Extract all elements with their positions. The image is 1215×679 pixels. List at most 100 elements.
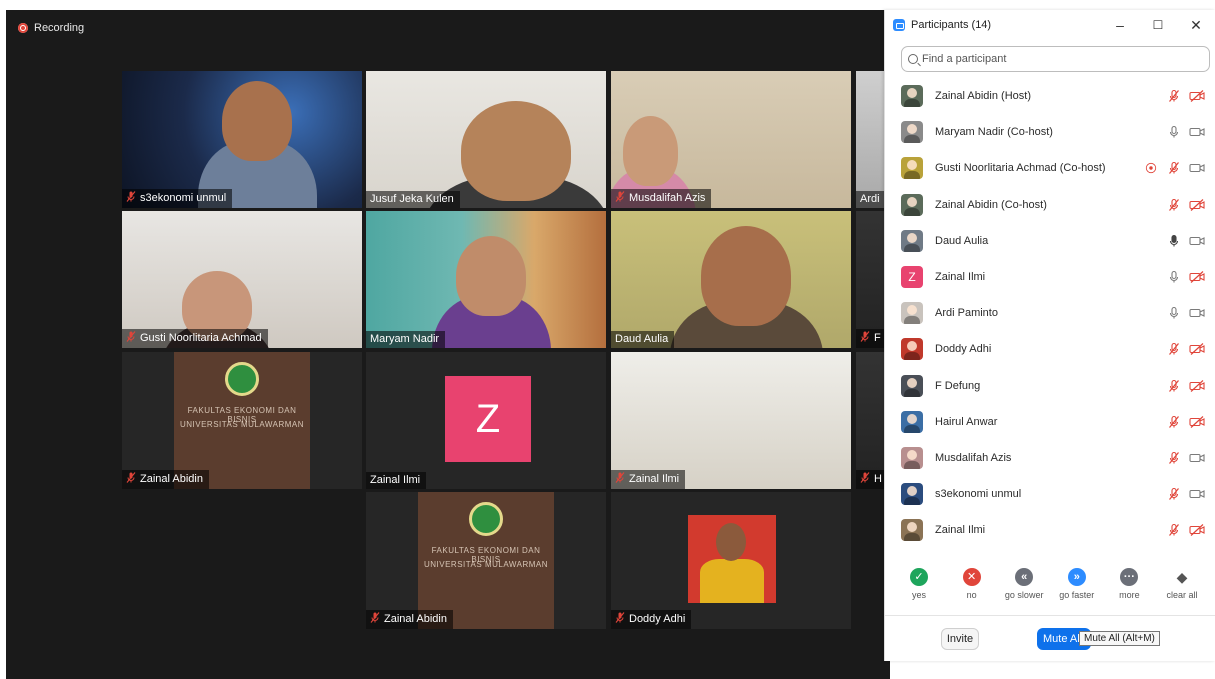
participant-row[interactable]: Zainal Ilmi <box>885 512 1215 548</box>
mic-muted-icon[interactable] <box>1167 161 1181 175</box>
mic-icon[interactable] <box>1167 234 1181 248</box>
initial-avatar: Z <box>445 376 531 462</box>
mic-muted-icon <box>615 472 625 486</box>
video-tile[interactable]: s3ekonomi unmul <box>122 71 362 208</box>
participant-body <box>700 559 764 603</box>
video-icon[interactable] <box>1189 161 1205 175</box>
video-icon[interactable] <box>1189 451 1205 465</box>
mic-icon[interactable] <box>1167 306 1181 320</box>
video-off-icon[interactable] <box>1189 270 1205 284</box>
feedback-clear-all-icon: ◆ <box>1176 569 1188 585</box>
video-icon[interactable] <box>1189 234 1205 248</box>
feedback-yes-icon: ✓ <box>910 568 928 586</box>
mic-muted-icon[interactable] <box>1167 415 1181 429</box>
tile-name: H <box>874 473 882 485</box>
participant-row[interactable]: Maryam Nadir (Co-host) <box>885 114 1215 150</box>
wall-sign-text: UNIVERSITAS MULAWARMAN <box>179 420 305 429</box>
participant-row[interactable]: Z Zainal Ilmi <box>885 259 1215 295</box>
feedback-clear-all-button[interactable]: ◆ clear all <box>1156 568 1208 600</box>
mic-muted-icon <box>615 612 625 626</box>
participant-name: Gusti Noorlitaria Achmad (Co-host) <box>935 162 1106 175</box>
avatar <box>901 483 923 506</box>
feedback-more-button[interactable]: ··· more <box>1103 568 1155 600</box>
participant-row[interactable]: Zainal Abidin (Co-host) <box>885 187 1215 223</box>
participant-row[interactable]: Zainal Abidin (Host) <box>885 78 1215 114</box>
minimize-button[interactable]: – <box>1111 16 1129 34</box>
participant-status-icons <box>1167 270 1205 284</box>
video-off-icon[interactable] <box>1189 379 1205 393</box>
close-button[interactable]: ✕ <box>1187 16 1205 34</box>
participant-name: Zainal Abidin (Co-host) <box>935 198 1047 211</box>
feedback-go-slower-icon: « <box>1015 568 1034 586</box>
video-tile[interactable]: Zainal Ilmi <box>611 352 851 489</box>
mic-muted-icon[interactable] <box>1167 198 1181 212</box>
video-icon[interactable] <box>1189 487 1205 501</box>
tile-nameplate: Jusuf Jeka Kulen <box>366 191 460 208</box>
avatar <box>901 410 923 433</box>
participant-row[interactable]: Doddy Adhi <box>885 331 1215 367</box>
tile-nameplate: F <box>856 329 887 348</box>
participant-row[interactable]: F Defung <box>885 368 1215 404</box>
video-icon[interactable] <box>1189 125 1205 139</box>
participant-status-icons <box>1167 451 1205 465</box>
feedback-label: yes <box>911 590 926 600</box>
participant-search[interactable] <box>901 46 1210 72</box>
video-off-icon[interactable] <box>1189 89 1205 103</box>
mic-muted-icon[interactable] <box>1167 523 1181 537</box>
video-tile[interactable]: Musdalifah Azis <box>611 71 851 208</box>
recording-icon <box>18 23 28 33</box>
video-tile[interactable]: Jusuf Jeka Kulen <box>366 71 606 208</box>
mic-muted-icon[interactable] <box>1167 451 1181 465</box>
video-tile[interactable]: Daud Aulia <box>611 211 851 348</box>
participant-name: s3ekonomi unmul <box>935 488 1022 501</box>
university-wall-sign: FAKULTAS EKONOMI DAN BISNIS UNIVERSITAS M… <box>418 492 554 629</box>
participant-row[interactable]: Ardi Paminto <box>885 295 1215 331</box>
video-tile[interactable]: Maryam Nadir <box>366 211 606 348</box>
video-tile[interactable]: Doddy Adhi <box>611 492 851 629</box>
feedback-yes-button[interactable]: ✓ yes <box>893 568 945 600</box>
avatar <box>901 302 923 325</box>
video-tile[interactable]: FAKULTAS EKONOMI DAN BISNIS UNIVERSITAS M… <box>366 492 606 629</box>
participant-row[interactable]: Daud Aulia <box>885 223 1215 259</box>
participant-row[interactable]: s3ekonomi unmul <box>885 476 1215 512</box>
feedback-go-slower-button[interactable]: « go slower <box>998 568 1050 600</box>
mic-muted-icon[interactable] <box>1167 487 1181 501</box>
video-tile[interactable]: Gusti Noorlitaria Achmad <box>122 211 362 348</box>
participant-row[interactable]: Gusti Noorlitaria Achmad (Co-host) <box>885 150 1215 186</box>
panel-title: Participants (14) <box>911 19 992 31</box>
participant-name: Doddy Adhi <box>935 343 992 356</box>
recording-indicator[interactable]: Recording <box>18 22 84 34</box>
feedback-go-faster-button[interactable]: » go faster <box>1051 568 1103 600</box>
participant-face <box>222 81 292 161</box>
participant-name: Musdalifah Azis <box>935 451 1012 464</box>
mic-icon[interactable] <box>1167 270 1181 284</box>
feedback-no-button[interactable]: ✕ no <box>946 568 998 600</box>
mic-muted-icon <box>126 472 136 486</box>
mic-icon[interactable] <box>1167 125 1181 139</box>
mic-muted-icon <box>126 331 136 345</box>
tile-nameplate: s3ekonomi unmul <box>122 189 233 208</box>
tile-nameplate: Zainal Abidin <box>366 610 453 629</box>
video-off-icon[interactable] <box>1189 415 1205 429</box>
mic-muted-icon[interactable] <box>1167 342 1181 356</box>
video-off-icon[interactable] <box>1189 523 1205 537</box>
tile-name: s3ekonomi unmul <box>140 192 227 204</box>
invite-button[interactable]: Invite <box>941 628 979 650</box>
video-tile[interactable]: Z Zainal Ilmi <box>366 352 606 489</box>
video-off-icon[interactable] <box>1189 198 1205 212</box>
participant-face <box>716 523 746 561</box>
video-tile[interactable]: FAKULTAS EKONOMI DAN BISNIS UNIVERSITAS M… <box>122 352 362 489</box>
tile-nameplate: Doddy Adhi <box>611 610 692 629</box>
tile-nameplate: Daud Aulia <box>611 331 675 348</box>
video-feed <box>611 352 851 489</box>
video-icon[interactable] <box>1189 306 1205 320</box>
search-input[interactable] <box>922 53 1192 65</box>
mic-muted-icon[interactable] <box>1167 379 1181 393</box>
video-off-icon[interactable] <box>1189 342 1205 356</box>
participant-name: Ardi Paminto <box>935 307 998 320</box>
participant-row[interactable]: Musdalifah Azis <box>885 440 1215 476</box>
participant-row[interactable]: Hairul Anwar <box>885 404 1215 440</box>
mic-muted-icon[interactable] <box>1167 89 1181 103</box>
participant-status-icons <box>1167 234 1205 248</box>
maximize-button[interactable]: ☐ <box>1149 16 1167 34</box>
